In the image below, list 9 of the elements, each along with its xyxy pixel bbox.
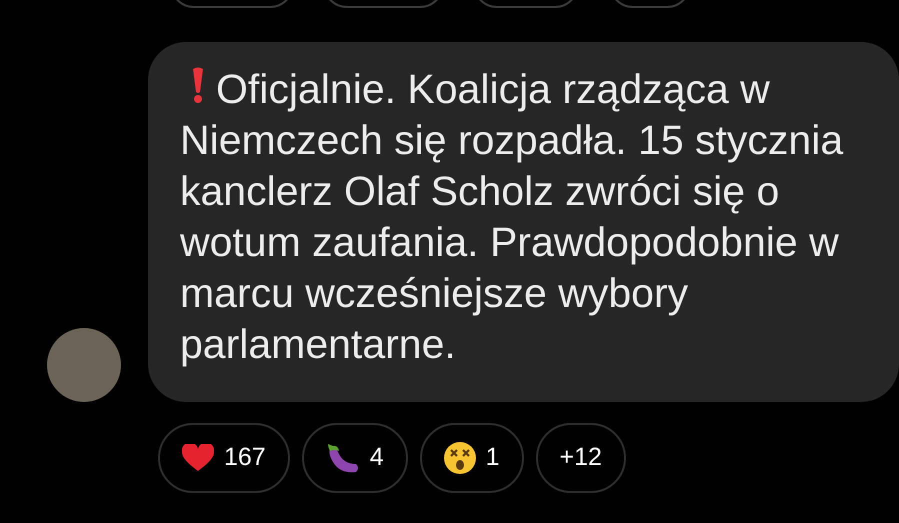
more-reactions-button[interactable]: +12: [536, 423, 626, 493]
reaction-button[interactable]: 167: [158, 423, 290, 493]
exclamation-icon: [192, 67, 204, 103]
reaction-button[interactable]: 1: [420, 423, 524, 493]
eggplant-icon: [326, 442, 360, 474]
heart-icon: [182, 444, 214, 472]
dizzy-face-icon: [444, 442, 476, 474]
reaction-button[interactable]: 4: [302, 423, 408, 493]
message-text: Oficjalnie. Koalicja rządząca w Niemczech się rozpadła. 15 stycznia kanclerz Olaf Scholz zwróci się o wotum zaufania. Prawdopodobnie w marcu wcześniejsze wybory parlamentarne.: [180, 65, 844, 369]
